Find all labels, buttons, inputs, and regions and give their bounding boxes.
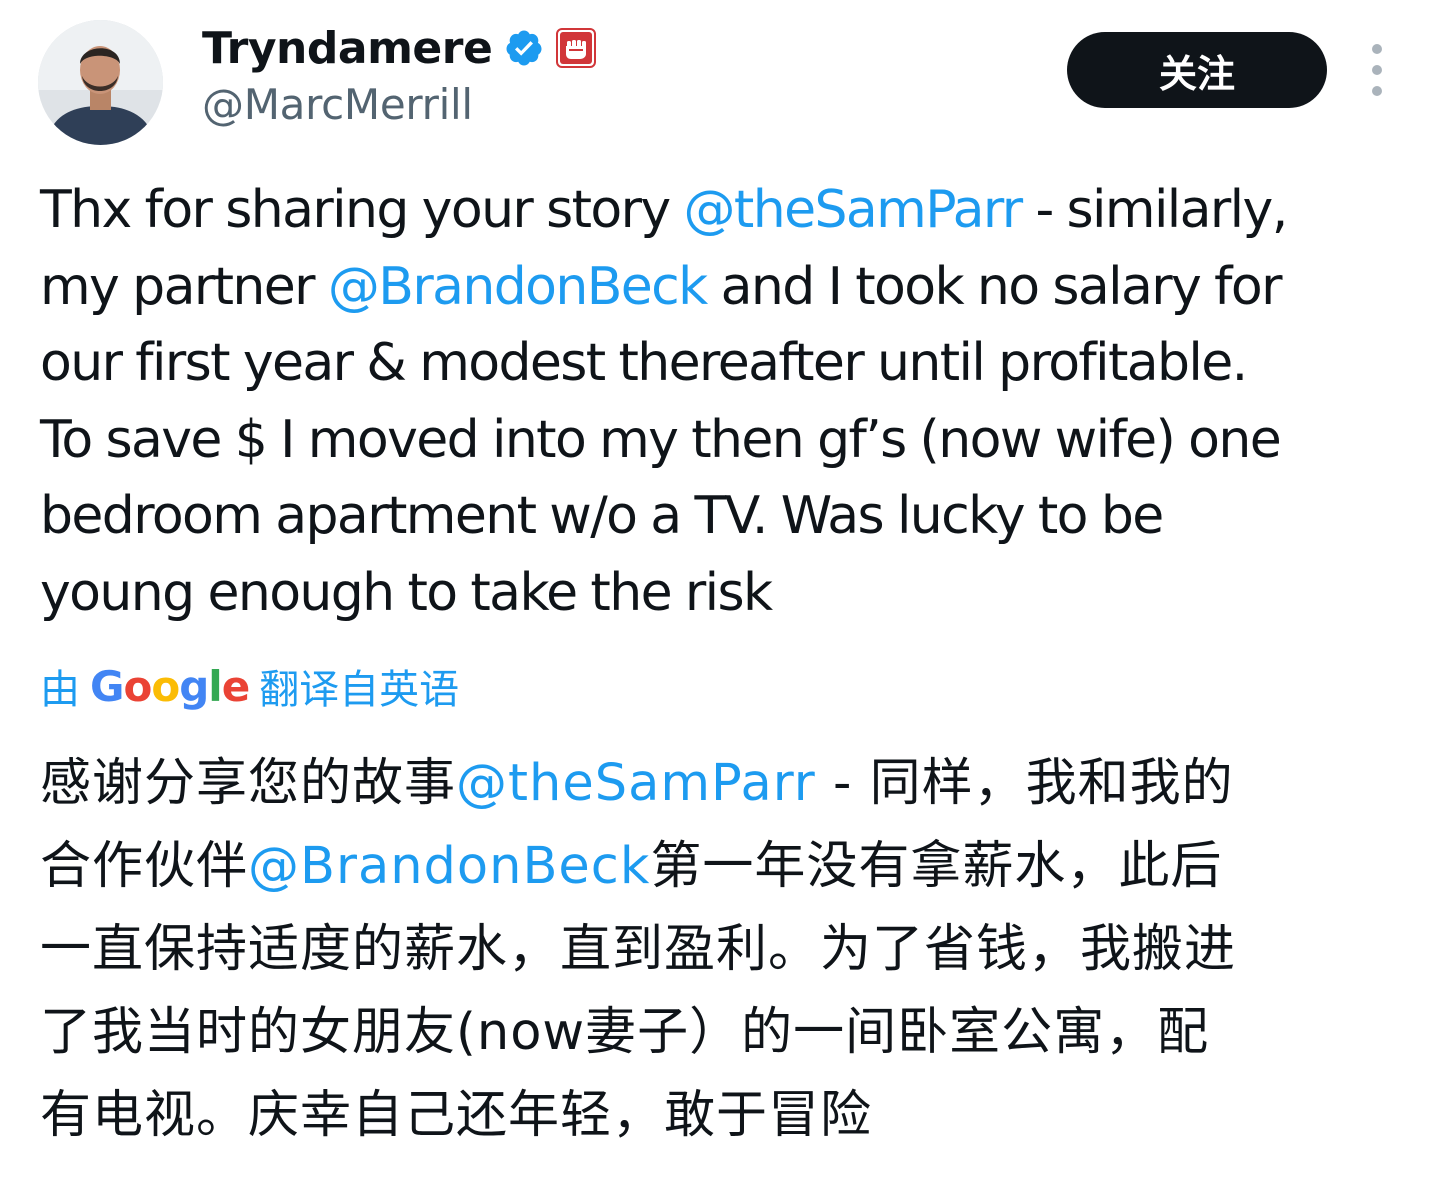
tweet-header: Tryndamere @MarcMerrill 关注	[0, 0, 1440, 150]
avatar-image	[38, 20, 163, 145]
translation-attribution[interactable]: 由 Google 翻译自英语	[40, 658, 459, 714]
text-segment: my partner	[40, 256, 328, 317]
text-line: my partner @BrandonBeck and I took no sa…	[40, 249, 1420, 326]
text-segment: our first year & modest thereafter until…	[40, 333, 1248, 393]
text-segment: 一直保持适度的薪水，直到盈利。为了省钱，我搬进	[40, 920, 1237, 979]
text-segment: 了我当时的女朋友(now妻子）的一间卧室公寓，配	[40, 1003, 1210, 1062]
google-logo-letter: G	[90, 661, 124, 711]
more-dot	[1372, 65, 1382, 75]
avatar[interactable]	[38, 20, 163, 145]
mention-link[interactable]: @BrandonBeck	[328, 257, 708, 317]
more-vertical-icon[interactable]	[1362, 44, 1392, 96]
text-segment: 合作伙伴	[40, 837, 249, 896]
more-dot	[1372, 86, 1382, 96]
text-segment: - 同样，我和我的	[815, 754, 1234, 813]
text-line: 了我当时的女朋友(now妻子）的一间卧室公寓，配	[40, 991, 1420, 1074]
text-segment: 有电视。庆幸自己还年轻，敢于冒险	[40, 1086, 873, 1145]
google-logo-letter: o	[123, 661, 152, 711]
google-logo-letter: g	[179, 661, 209, 711]
google-logo-letter: e	[221, 661, 250, 711]
riot-games-fist-logo-icon[interactable]	[556, 28, 597, 68]
text-line: 合作伙伴@BrandonBeck第一年没有拿薪水，此后	[40, 825, 1420, 908]
text-line: bedroom apartment w/o a TV. Was lucky to…	[40, 478, 1420, 555]
text-line: our first year & modest thereafter until…	[40, 325, 1420, 402]
text-segment: bedroom apartment w/o a TV. Was lucky to…	[40, 486, 1164, 546]
text-line: 感谢分享您的故事@theSamParr - 同样，我和我的	[40, 742, 1420, 825]
text-segment: To save $ I moved into my then gf’s (now…	[40, 409, 1282, 470]
text-segment: and I took no salary for	[706, 256, 1283, 317]
name-row: Tryndamere	[202, 18, 597, 78]
google-logo-letter: l	[208, 661, 222, 711]
text-segment: 感谢分享您的故事	[40, 754, 457, 813]
follow-button[interactable]: 关注	[1067, 32, 1327, 108]
verified-badge-icon[interactable]	[504, 28, 544, 68]
google-logo: Google	[90, 661, 250, 711]
google-logo-letter: o	[151, 661, 180, 711]
translated-text: 感谢分享您的故事@theSamParr - 同样，我和我的 合作伙伴@Brando…	[40, 742, 1420, 1157]
translation-suffix: 翻译自英语	[259, 667, 460, 713]
text-segment: young enough to take the risk	[40, 562, 773, 623]
text-line: Thx for sharing your story @theSamParr -…	[40, 172, 1420, 249]
text-line: To save $ I moved into my then gf’s (now…	[40, 402, 1420, 479]
display-name[interactable]: Tryndamere	[202, 23, 493, 74]
mention-link[interactable]: @BrandonBeck	[248, 837, 650, 896]
text-line: 一直保持适度的薪水，直到盈利。为了省钱，我搬进	[40, 908, 1420, 991]
mention-link[interactable]: @theSamParr	[684, 180, 1024, 240]
more-dot	[1372, 44, 1382, 54]
mention-link[interactable]: @theSamParr	[456, 754, 816, 813]
user-handle[interactable]: @MarcMerrill	[202, 80, 473, 129]
text-line: 有电视。庆幸自己还年轻，敢于冒险	[40, 1074, 1420, 1157]
text-segment: 第一年没有拿薪水，此后	[650, 837, 1223, 896]
tweet-text: Thx for sharing your story @theSamParr -…	[40, 172, 1420, 631]
text-segment: Thx for sharing your story	[40, 180, 684, 240]
text-segment: - similarly,	[1021, 180, 1288, 240]
translation-prefix: 由	[40, 667, 80, 713]
text-line: young enough to take the risk	[40, 555, 1420, 632]
